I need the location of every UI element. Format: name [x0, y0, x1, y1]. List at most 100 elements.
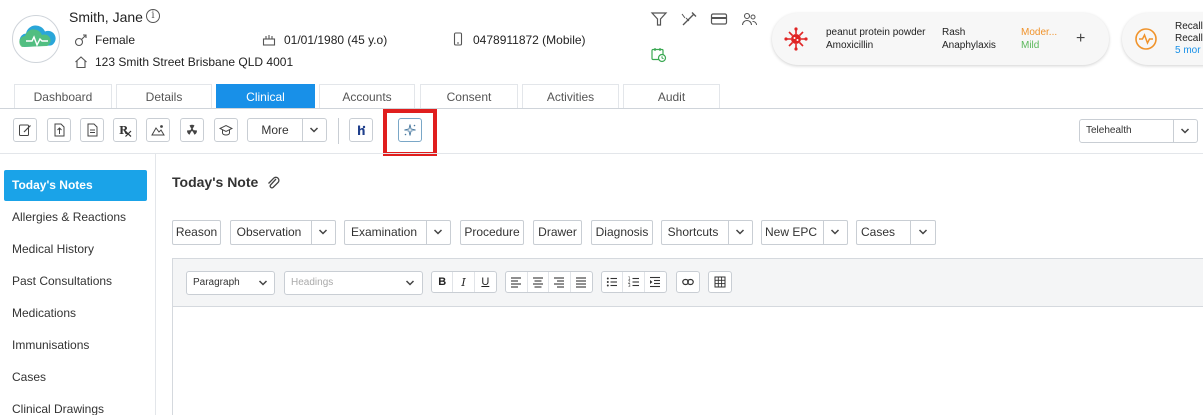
align-center-button[interactable] — [528, 272, 549, 292]
patient-gender: Female — [95, 33, 136, 47]
recall-summary[interactable]: Recall Recall 5 mor — [1122, 13, 1203, 65]
editor-body[interactable] — [173, 308, 1203, 415]
birthday-cake-icon — [262, 35, 276, 46]
sidebar-item-allergies[interactable]: Allergies & Reactions — [4, 202, 147, 233]
graduation-cap-icon — [219, 124, 233, 136]
patient-avatar[interactable] — [12, 15, 60, 63]
bullet-list-button[interactable] — [602, 272, 624, 292]
svg-text:3: 3 — [628, 283, 631, 288]
allergy-severity: Moder... — [1021, 27, 1058, 38]
align-right-button[interactable] — [549, 272, 571, 292]
chevron-down-icon[interactable] — [917, 226, 929, 238]
numbered-list-button[interactable]: 123 — [623, 272, 645, 292]
examination-dropdown[interactable]: Examination — [344, 220, 451, 245]
diagnosis-button[interactable]: Diagnosis — [591, 220, 653, 245]
chevron-down-icon[interactable] — [308, 124, 320, 136]
card-icon[interactable] — [710, 11, 728, 27]
patient-name: Smith, Jane — [69, 9, 143, 25]
divider — [910, 221, 911, 244]
numbered-list-icon: 123 — [628, 276, 639, 288]
sidebar-item-todays-notes[interactable]: Today's Notes — [4, 170, 147, 201]
chevron-down-icon[interactable] — [1179, 125, 1191, 137]
prescription-icon: R — [119, 124, 132, 137]
syringe-icon[interactable] — [680, 11, 698, 27]
telehealth-label: Telehealth — [1086, 125, 1132, 136]
sidebar-item-cases[interactable]: Cases — [4, 362, 147, 393]
tab-activities[interactable]: Activities — [522, 84, 619, 108]
education-button[interactable] — [214, 118, 238, 142]
tab-details[interactable]: Details — [116, 84, 212, 108]
table-icon — [714, 276, 726, 288]
chevron-down-icon[interactable] — [432, 226, 444, 238]
tab-clinical[interactable]: Clinical — [216, 84, 315, 108]
link-icon — [682, 278, 694, 286]
paperclip-icon[interactable] — [266, 175, 280, 191]
observation-dropdown[interactable]: Observation — [230, 220, 336, 245]
chevron-down-icon[interactable] — [317, 226, 329, 238]
sidebar-item-medications[interactable]: Medications — [4, 298, 147, 329]
people-icon[interactable] — [740, 11, 758, 27]
new-epc-dropdown[interactable]: New EPC — [761, 220, 848, 245]
sidebar-item-immunisations[interactable]: Immunisations — [4, 330, 147, 361]
add-allergy-button[interactable]: + — [1076, 30, 1085, 48]
reason-button[interactable]: Reason — [172, 220, 221, 245]
recall-more-link[interactable]: 5 mor — [1175, 45, 1201, 56]
record-tabs: Dashboard Details Clinical Accounts Cons… — [0, 84, 1203, 108]
cases-dropdown[interactable]: Cases — [856, 220, 936, 245]
underline-button[interactable]: U — [475, 272, 496, 292]
allergy-reaction: Rash — [942, 27, 966, 38]
info-icon[interactable]: i — [146, 9, 160, 23]
italic-button[interactable]: I — [453, 272, 475, 292]
align-justify-button[interactable] — [571, 272, 592, 292]
radiation-icon — [187, 124, 197, 135]
bold-button[interactable]: B — [432, 272, 454, 292]
tag-label: Shortcuts — [667, 225, 719, 239]
calendar-clock-icon[interactable] — [650, 47, 668, 63]
telehealth-dropdown[interactable]: Telehealth — [1079, 119, 1198, 143]
allergy-reaction: Anaphylaxis — [942, 40, 996, 51]
photo-button[interactable] — [146, 118, 170, 142]
link-button[interactable] — [677, 272, 699, 292]
note-edit-button[interactable] — [13, 118, 37, 142]
drawer-button[interactable]: Drawer — [533, 220, 582, 245]
procedure-button[interactable]: Procedure — [460, 220, 524, 245]
document-button[interactable] — [80, 118, 104, 142]
sidebar-item-past-consultations[interactable]: Past Consultations — [4, 266, 147, 297]
prescription-button[interactable]: R — [113, 118, 137, 142]
paragraph-select[interactable]: Paragraph — [186, 271, 275, 295]
patient-dob: 01/01/1980 (45 y.o) — [284, 33, 388, 47]
document-upload-button[interactable] — [47, 118, 71, 142]
patient-address: 123 Smith Street Brisbane QLD 4001 — [95, 55, 294, 69]
divider — [823, 221, 824, 244]
tab-audit[interactable]: Audit — [623, 84, 720, 108]
tag-label: New EPC — [764, 225, 817, 239]
heidi-brand-button[interactable]: h — [349, 118, 373, 142]
allergy-severity: Mild — [1021, 40, 1040, 51]
cloud-health-logo-icon — [19, 25, 56, 47]
tab-accounts[interactable]: Accounts — [319, 84, 415, 108]
text-format-group: B I U — [431, 271, 497, 293]
radiology-button[interactable] — [180, 118, 204, 142]
tag-label: Diagnosis — [595, 225, 649, 239]
chevron-down-icon[interactable] — [734, 226, 746, 238]
filter-icon[interactable] — [650, 11, 668, 27]
chevron-down-icon[interactable] — [829, 226, 841, 238]
paragraph-label: Paragraph — [193, 277, 240, 288]
editor-toolbar: Paragraph Headings B I U 1 2 3 — [173, 259, 1203, 307]
more-dropdown[interactable]: More — [247, 118, 327, 142]
tab-dashboard[interactable]: Dashboard — [14, 84, 112, 108]
align-right-icon — [554, 277, 565, 288]
divider — [1173, 120, 1174, 142]
headings-select[interactable]: Headings — [284, 271, 423, 295]
indent-button[interactable] — [645, 272, 666, 292]
home-icon — [75, 56, 87, 69]
sidebar-item-medical-history[interactable]: Medical History — [4, 234, 147, 265]
table-button[interactable] — [709, 272, 731, 292]
tab-consent[interactable]: Consent — [420, 84, 518, 108]
align-left-button[interactable] — [506, 272, 528, 292]
mobile-phone-icon — [453, 32, 463, 46]
allergy-summary[interactable]: peanut protein powder Amoxicillin Rash A… — [772, 13, 1109, 65]
shortcuts-dropdown[interactable]: Shortcuts — [661, 220, 753, 245]
sidebar-item-clinical-drawings[interactable]: Clinical Drawings — [4, 394, 147, 415]
divider — [302, 119, 303, 141]
